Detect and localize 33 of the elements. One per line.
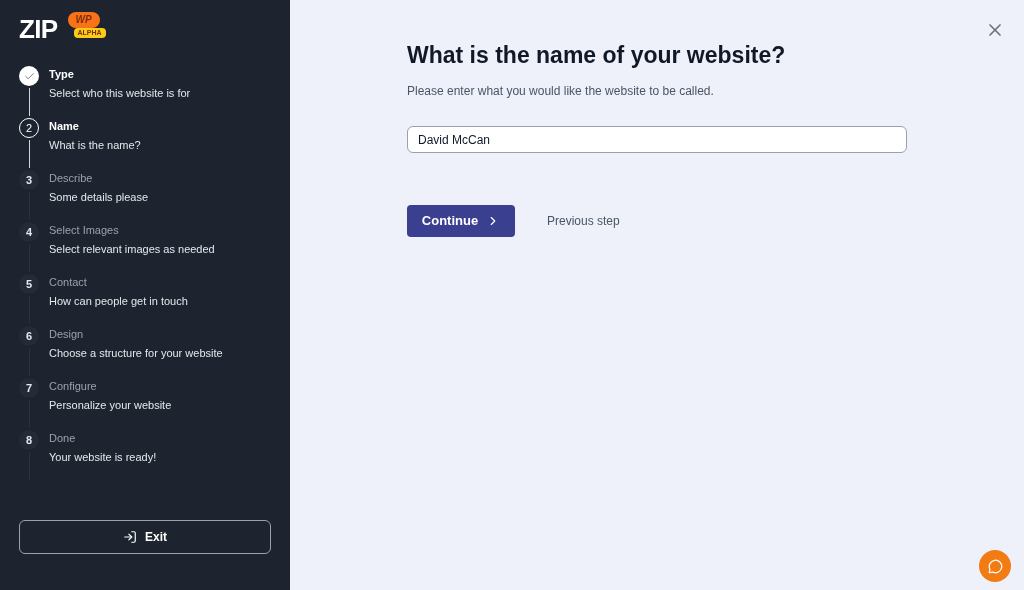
step-title: Design <box>49 327 85 341</box>
step-title: Name <box>49 119 80 133</box>
step-number: 5 <box>19 274 39 294</box>
page-heading: What is the name of your website? <box>407 41 787 70</box>
step-number: 7 <box>19 378 39 398</box>
step-number: 6 <box>19 326 39 346</box>
step-subtitle: Choose a structure for your website <box>49 346 223 360</box>
step-number: 8 <box>19 430 39 450</box>
page-description: Please enter what you would like the website to be called. <box>407 83 715 100</box>
step-title: Describe <box>49 171 94 185</box>
previous-step-link[interactable]: Previous step <box>547 212 620 230</box>
exit-button[interactable]: Exit <box>19 520 271 554</box>
website-name-field[interactable]: David McCan <box>407 126 907 153</box>
step-title: Done <box>49 431 77 445</box>
logo-text: ZIP <box>19 16 58 42</box>
step-number: 4 <box>19 222 39 242</box>
step-title: Select Images <box>49 223 120 237</box>
logo-badge: WP <box>67 12 100 28</box>
exit-icon <box>123 530 137 544</box>
step-subtitle: Select who this website is for <box>49 86 191 100</box>
step-title: Type <box>49 67 75 81</box>
step-subtitle: Personalize your website <box>49 398 172 412</box>
step-check-icon <box>19 66 39 86</box>
step-subtitle: How can people get in touch <box>49 294 188 308</box>
step-title: Contact <box>49 275 88 289</box>
step-title: Configure <box>49 379 98 393</box>
continue-button[interactable]: Continue <box>407 205 515 237</box>
step-subtitle: Select relevant images as needed <box>49 242 215 256</box>
step-number: 3 <box>19 170 39 190</box>
step-subtitle: Your website is ready! <box>49 450 157 464</box>
step-subtitle: Some details please <box>49 190 149 204</box>
step-subtitle: What is the name? <box>49 138 141 152</box>
chat-bubble-icon <box>987 558 1003 574</box>
